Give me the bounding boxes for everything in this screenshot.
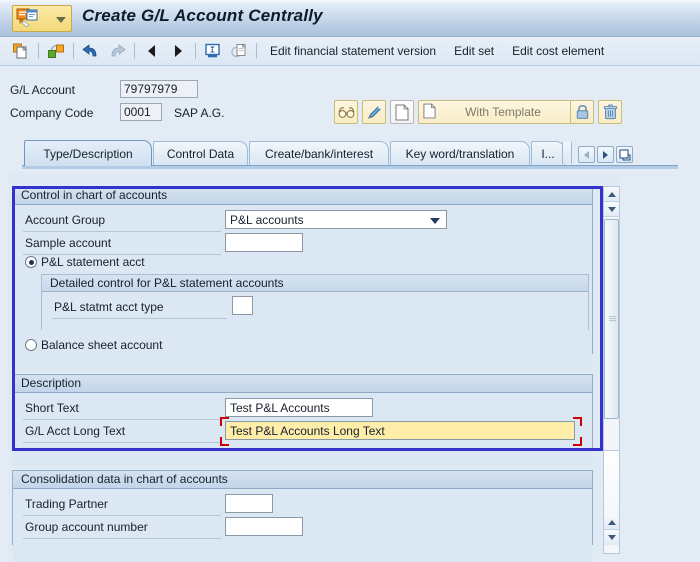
detailed-control-title: Detailed control for P&L statement accou… — [42, 275, 588, 292]
sap-session-glyph — [16, 8, 38, 28]
tab-scroll-right-button[interactable] — [597, 146, 614, 163]
lock-icon[interactable] — [570, 100, 594, 124]
copy-page-icon[interactable] — [227, 40, 251, 62]
display-change-icon[interactable] — [201, 40, 225, 62]
tab-key-word-translation[interactable]: Key word/translation — [390, 141, 530, 165]
company-code-label: Company Code — [10, 106, 94, 120]
group-account-number-input[interactable] — [225, 517, 303, 536]
short-text-label: Short Text — [25, 401, 79, 415]
focus-corner-bottom-right — [573, 437, 582, 446]
gl-acct-long-text-input[interactable] — [225, 421, 575, 440]
edit-set-link[interactable]: Edit set — [454, 44, 494, 58]
toolbar-separator — [73, 43, 74, 59]
toolbar-separator — [134, 43, 135, 59]
control-in-chart-of-accounts-group: Control in chart of accounts Account Gro… — [12, 186, 593, 371]
template-page-icon — [423, 102, 436, 118]
toolbar-separator — [256, 43, 257, 59]
gl-account-input[interactable] — [120, 80, 198, 98]
toolbar-separator — [38, 43, 39, 59]
description-group-body: Short Text G/L Acct Long Text — [13, 393, 592, 466]
sap-session-icon[interactable] — [12, 5, 72, 32]
trading-partner-label: Trading Partner — [25, 497, 108, 511]
new-page-icon[interactable] — [390, 100, 414, 124]
undo-icon[interactable] — [79, 40, 103, 62]
scroll-down-button[interactable] — [604, 202, 619, 217]
pl-statmt-acct-type-input[interactable] — [232, 296, 253, 315]
group-account-number-label: Group account number — [25, 520, 148, 534]
description-group: Description Short Text G/L Acct Long Tex… — [12, 374, 593, 466]
balance-sheet-account-label[interactable]: Balance sheet account — [41, 338, 162, 352]
create-with-template-icon[interactable] — [44, 40, 68, 62]
tab-information[interactable]: I... — [531, 141, 565, 165]
consolidation-data-group: Consolidation data in chart of accounts … — [12, 470, 593, 562]
redo-icon[interactable] — [105, 40, 129, 62]
form-content-area: Control in chart of accounts Account Gro… — [8, 172, 620, 562]
company-code-input[interactable] — [120, 103, 162, 121]
trash-icon[interactable] — [598, 100, 622, 124]
gl-acct-long-text-label: G/L Acct Long Text — [25, 424, 126, 438]
tab-create-bank-interest[interactable]: Create/bank/interest — [249, 141, 389, 165]
chevron-down-icon[interactable] — [56, 17, 66, 23]
trading-partner-input[interactable] — [225, 494, 273, 513]
previous-icon[interactable] — [140, 40, 164, 62]
focus-corner-top-right — [573, 417, 582, 426]
pl-statement-acct-label[interactable]: P&L statement acct — [41, 255, 145, 269]
consolidation-group-body: Trading Partner Group account number — [13, 489, 592, 562]
control-group-title: Control in chart of accounts — [13, 187, 592, 205]
account-group-value: P&L accounts — [230, 212, 304, 227]
sample-account-input[interactable] — [225, 233, 303, 252]
edit-pencil-icon[interactable] — [362, 100, 386, 124]
scroll-track[interactable] — [604, 451, 619, 515]
inner-vertical-scrollbar[interactable] — [603, 186, 620, 451]
scroll-up-button[interactable] — [604, 187, 619, 202]
chevron-down-icon[interactable] — [430, 217, 440, 224]
sap-gui-window: Create G/L Account Centrally Edit financ… — [0, 0, 700, 562]
balance-sheet-account-radio[interactable] — [25, 339, 37, 351]
tab-type-description[interactable]: Type/Description — [24, 140, 152, 166]
title-bar: Create G/L Account Centrally — [0, 0, 700, 37]
pl-statement-acct-radio[interactable] — [25, 256, 37, 268]
header-area: G/L Account Company Code SAP A.G. — [0, 66, 700, 136]
control-group-body: Account Group P&L accounts Sample accoun… — [13, 205, 592, 371]
tab-control-data[interactable]: Control Data — [153, 141, 248, 165]
company-name-text: SAP A.G. — [174, 106, 225, 120]
edit-financial-statement-version-link[interactable]: Edit financial statement version — [270, 44, 436, 58]
radio-selected-dot — [28, 259, 34, 265]
tab-overflow-indicator — [562, 142, 572, 164]
page-title: Create G/L Account Centrally — [82, 6, 323, 25]
outer-scroll-up-button[interactable] — [604, 515, 619, 530]
new-document-icon[interactable] — [9, 40, 33, 62]
pl-statmt-acct-type-label: P&L statmt acct type — [54, 300, 164, 314]
tab-list-button[interactable] — [616, 146, 633, 163]
edit-cost-element-link[interactable]: Edit cost element — [512, 44, 604, 58]
display-glasses-icon[interactable] — [334, 100, 358, 124]
toolbar-separator — [195, 43, 196, 59]
scroll-thumb-grip — [609, 316, 616, 322]
tab-navigation — [578, 146, 633, 163]
focus-corner-bottom-left — [220, 437, 229, 446]
with-template-label: With Template — [465, 105, 541, 119]
tab-scroll-left-button[interactable] — [578, 146, 595, 163]
main-toolbar: Edit financial statement version Edit se… — [0, 37, 700, 66]
detailed-control-subgroup: Detailed control for P&L statement accou… — [41, 274, 589, 346]
sample-account-label: Sample account — [25, 236, 112, 250]
next-icon[interactable] — [166, 40, 190, 62]
outer-scroll-down-button[interactable] — [604, 530, 619, 545]
outer-vertical-scrollbar[interactable] — [603, 451, 620, 554]
description-group-title: Description — [13, 375, 592, 393]
scroll-thumb[interactable] — [604, 219, 619, 419]
gl-account-label: G/L Account — [10, 83, 75, 97]
focus-corner-top-left — [220, 417, 229, 426]
short-text-input[interactable] — [225, 398, 373, 417]
with-template-button[interactable]: With Template — [418, 100, 583, 124]
consolidation-group-title: Consolidation data in chart of accounts — [13, 471, 592, 489]
account-group-select[interactable]: P&L accounts — [225, 210, 447, 229]
account-group-label: Account Group — [25, 213, 106, 227]
